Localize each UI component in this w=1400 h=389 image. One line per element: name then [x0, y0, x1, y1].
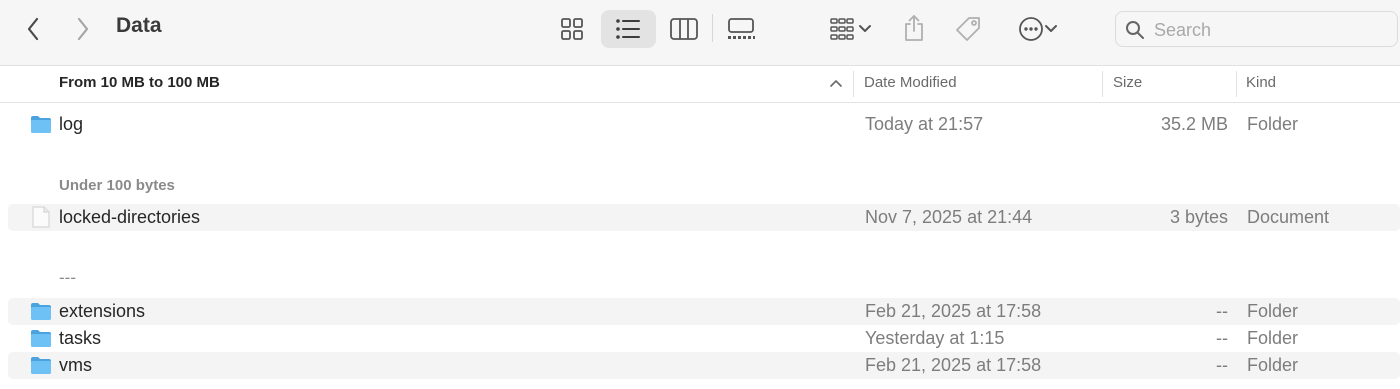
file-name: locked-directories — [59, 207, 201, 227]
file-name: vms — [59, 355, 92, 375]
file-size: -- — [1216, 328, 1228, 348]
share-button[interactable] — [898, 12, 930, 44]
file-size: -- — [1216, 301, 1228, 321]
document-icon — [32, 206, 50, 228]
ellipsis-circle-icon — [1019, 17, 1043, 41]
sort-ascending-icon[interactable] — [830, 79, 842, 87]
icon-view-button[interactable] — [556, 14, 588, 44]
file-name: tasks — [59, 328, 102, 348]
file-row-extensions[interactable]: extensions Feb 21, 2025 at 17:58 -- Fold… — [8, 298, 1400, 325]
file-kind: Folder — [1247, 301, 1299, 321]
folder-icon — [31, 357, 51, 374]
group-header-under-100-bytes: Under 100 bytes — [59, 177, 175, 194]
file-name: log — [59, 114, 84, 134]
folder-icon — [31, 303, 51, 320]
file-kind: Folder — [1247, 328, 1299, 348]
tag-icon — [956, 17, 980, 41]
search-icon — [1126, 21, 1144, 39]
column-header-date[interactable]: Date Modified — [864, 74, 957, 91]
gallery-icon — [728, 18, 755, 39]
file-row-locked-directories[interactable]: locked-directories Nov 7, 2025 at 21:44 … — [8, 204, 1400, 231]
list-icon — [616, 19, 640, 39]
file-date: Nov 7, 2025 at 21:44 — [865, 207, 1033, 227]
file-row-log[interactable]: log Today at 21:57 35.2 MB Folder — [8, 111, 1400, 138]
chevron-left-icon — [27, 17, 39, 41]
folder-icon — [31, 330, 51, 347]
file-row-vms[interactable]: vms Feb 21, 2025 at 17:58 -- Folder — [8, 352, 1400, 379]
chevron-down-icon — [859, 25, 871, 32]
grid-icon — [561, 18, 583, 40]
back-button[interactable] — [20, 14, 46, 44]
search-field[interactable] — [1115, 11, 1398, 47]
share-icon — [905, 15, 923, 41]
column-header-size[interactable]: Size — [1113, 74, 1142, 91]
tags-button[interactable] — [952, 13, 984, 45]
file-size: 35.2 MB — [1160, 114, 1228, 134]
group-header-dashes: --- — [59, 268, 76, 287]
chevron-right-icon — [77, 17, 89, 41]
file-kind: Folder — [1247, 355, 1299, 375]
file-date: Today at 21:57 — [865, 114, 984, 134]
file-size: -- — [1216, 355, 1228, 375]
gallery-view-button[interactable] — [724, 14, 758, 44]
chevron-down-icon — [1045, 25, 1057, 32]
column-header: From 10 MB to 100 MB Date Modified Size … — [0, 66, 1400, 103]
column-view-button[interactable] — [668, 14, 700, 44]
file-date: Feb 21, 2025 at 17:58 — [865, 355, 1042, 375]
window-title: Data — [116, 14, 162, 37]
file-kind: Document — [1247, 207, 1330, 227]
file-kind: Folder — [1247, 114, 1299, 134]
toolbar: Data — [0, 0, 1400, 66]
column-header-name[interactable]: From 10 MB to 100 MB — [59, 74, 220, 91]
group-by-button[interactable] — [822, 14, 878, 44]
action-menu-button[interactable] — [1012, 13, 1064, 45]
file-size: 3 bytes — [1169, 207, 1228, 227]
file-row-tasks[interactable]: tasks Yesterday at 1:15 -- Folder — [8, 325, 1400, 352]
folder-icon — [31, 116, 51, 133]
group-grid-icon — [830, 18, 854, 40]
list-view-button[interactable] — [612, 14, 644, 44]
search-input[interactable] — [1152, 18, 1386, 42]
forward-button[interactable] — [70, 14, 96, 44]
column-header-kind[interactable]: Kind — [1246, 74, 1276, 91]
file-name: extensions — [59, 301, 146, 321]
columns-icon — [670, 18, 698, 40]
file-date: Feb 21, 2025 at 17:58 — [865, 301, 1042, 321]
file-date: Yesterday at 1:15 — [865, 328, 1005, 348]
